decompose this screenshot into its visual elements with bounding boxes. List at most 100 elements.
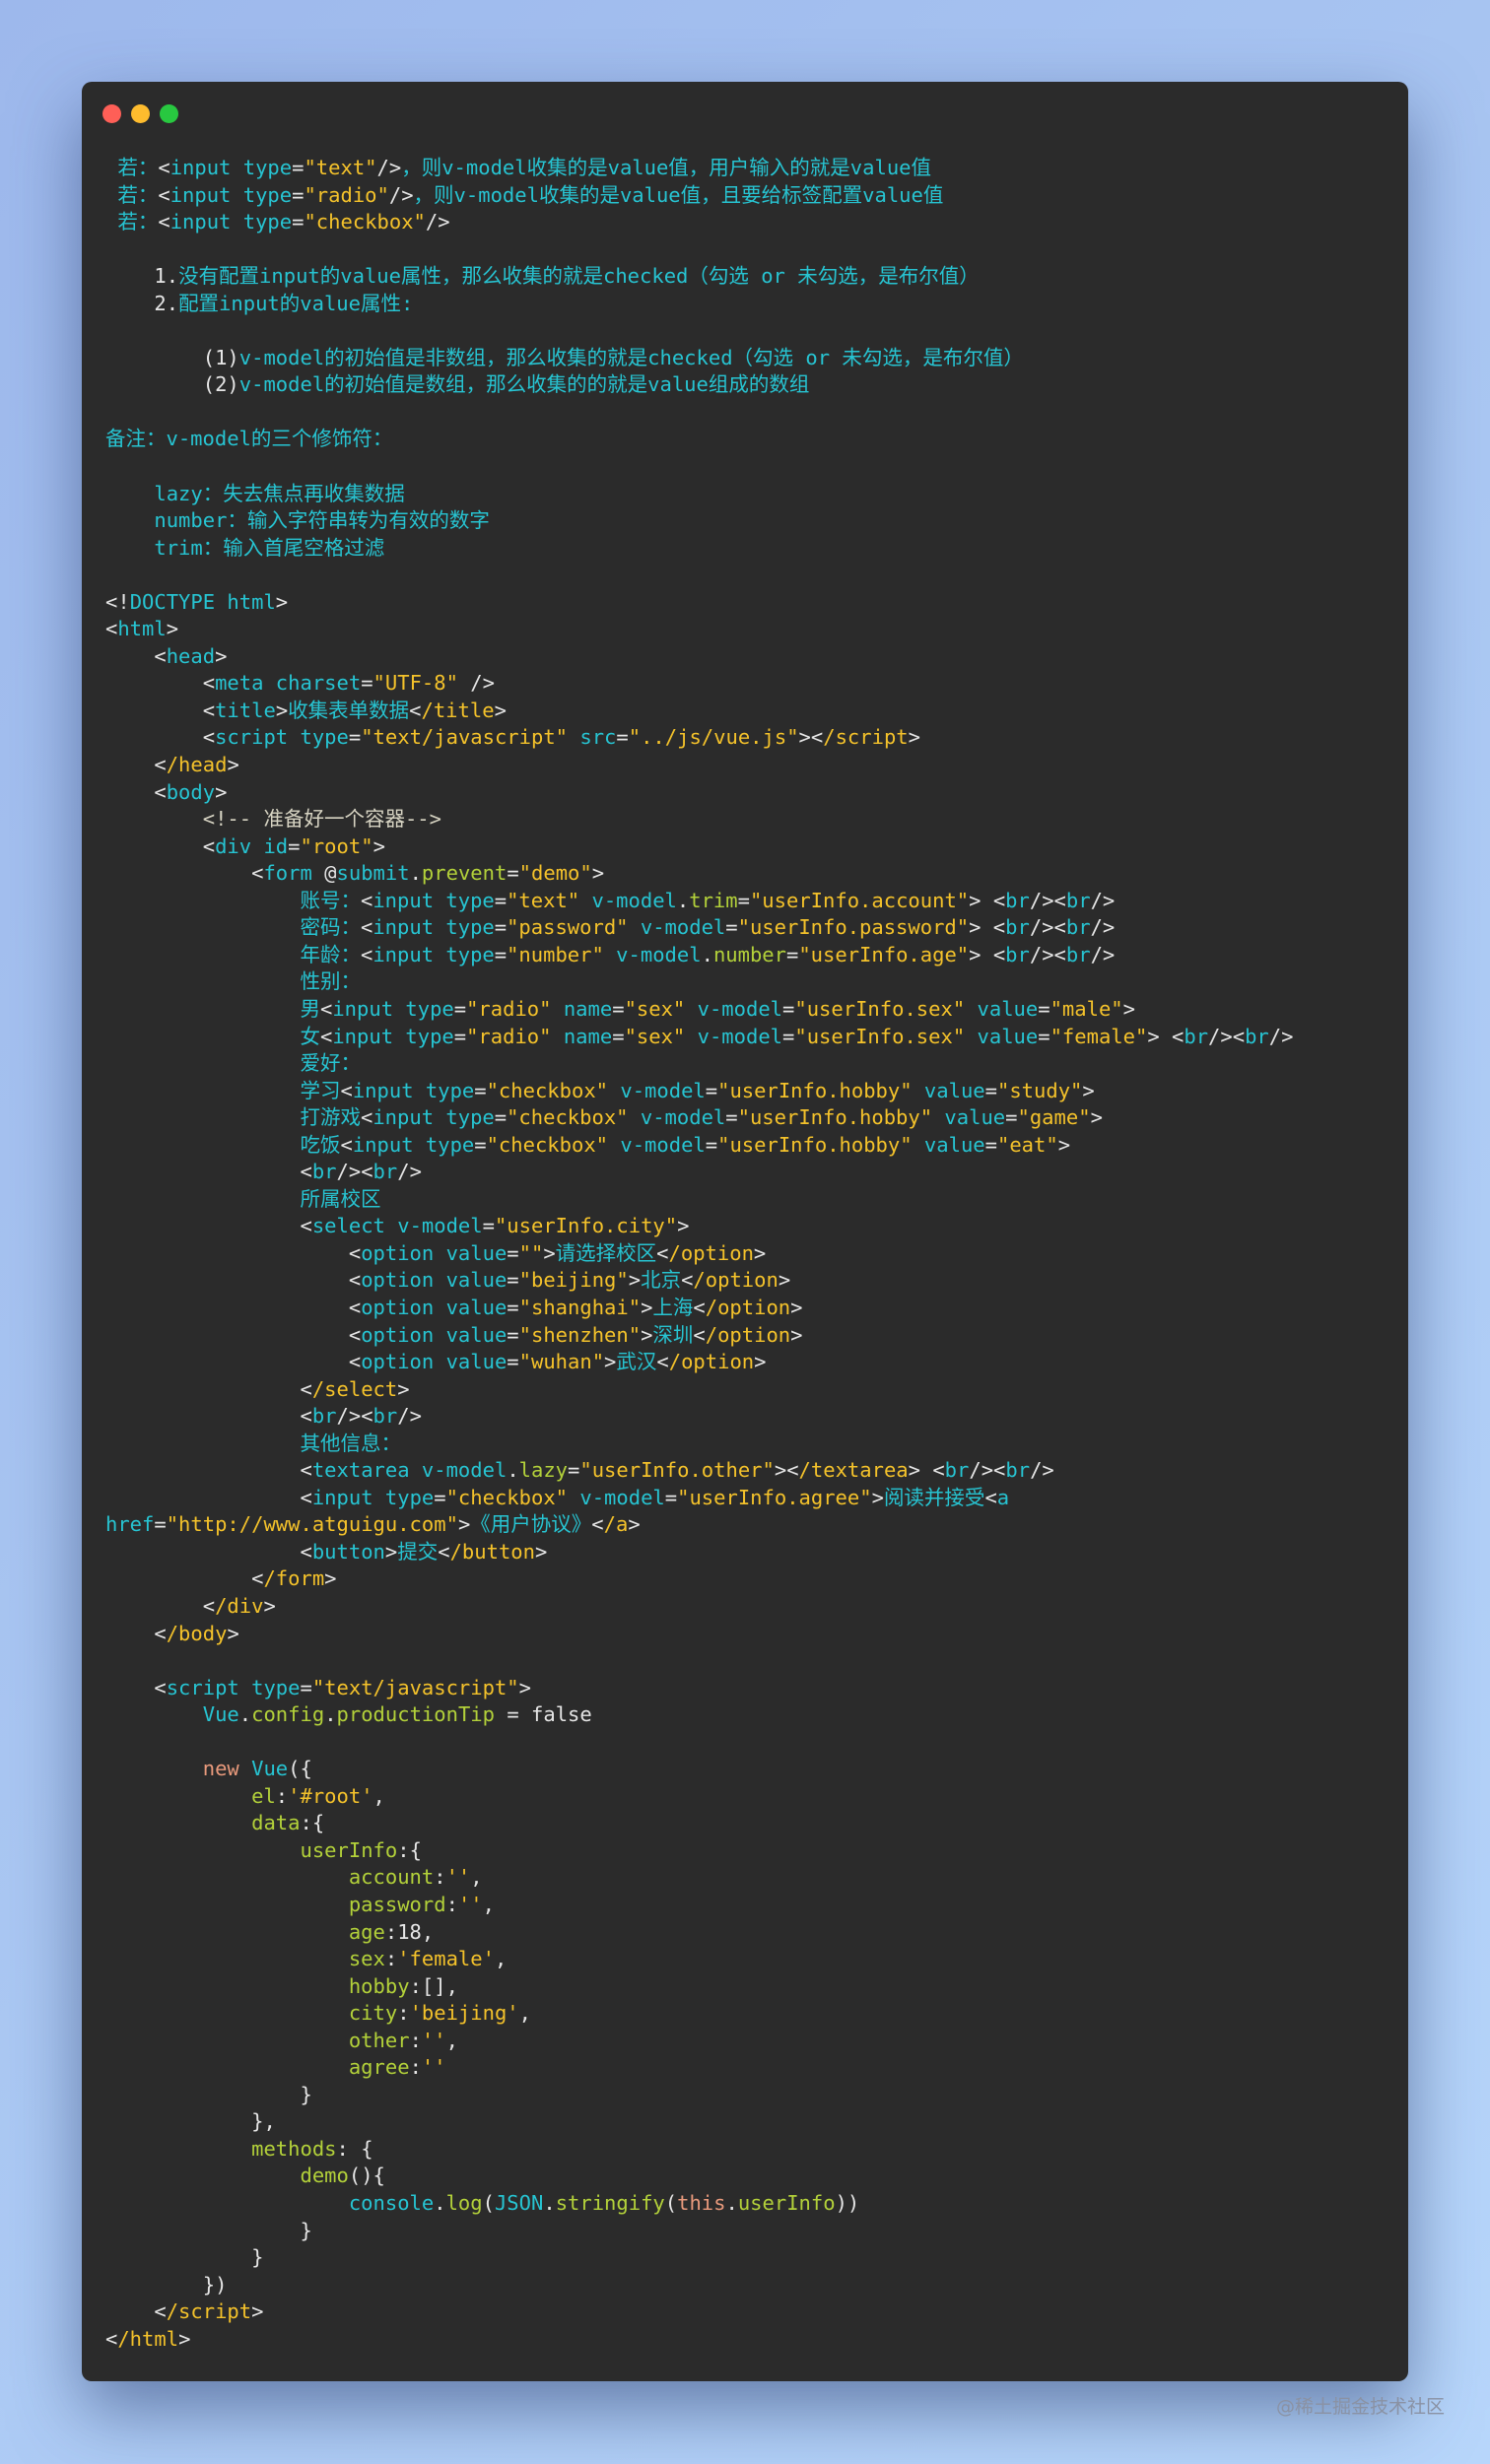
code-token: "eat": [997, 1132, 1058, 1157]
code-token: <: [158, 156, 170, 179]
code-token: v-model: [608, 1078, 706, 1102]
code-token: <: [105, 1322, 362, 1347]
code-token: =: [705, 1132, 718, 1157]
code-token: ({: [288, 1757, 312, 1781]
code-line: <script type="text/javascript" src="../j…: [105, 724, 1391, 752]
code-token: '#root': [288, 1783, 373, 1808]
code-token: <: [105, 725, 216, 750]
code-token: :: [434, 1865, 446, 1890]
code-token: =: [664, 1485, 678, 1509]
code-token: <: [105, 1458, 312, 1483]
code-token: = false: [494, 1702, 592, 1727]
code-token: ><: [798, 725, 824, 750]
code-token: <: [681, 1268, 694, 1293]
code-line: <option value="wuhan">武汉</option>: [105, 1349, 1391, 1376]
code-line: 若：<input type="text"/>，则v-model收集的是value…: [105, 155, 1391, 182]
code-token: 2.: [105, 291, 179, 315]
code-token: <: [105, 1539, 312, 1564]
code-token: .: [324, 1702, 337, 1727]
code-token: .: [701, 942, 713, 966]
code-token: ，则v-model收集的是value值，且要给标签配置value值: [413, 182, 944, 207]
code-token: =: [984, 1132, 997, 1157]
code-token: "checkbox": [507, 1105, 629, 1130]
code-token: form: [263, 861, 325, 886]
code-token: )): [835, 2191, 860, 2216]
code-token: account: [348, 1865, 435, 1890]
code-token: html: [117, 617, 167, 641]
code-token: > <: [969, 942, 1006, 966]
code-token: <: [360, 1105, 373, 1130]
code-token: demo: [300, 2164, 349, 2188]
code-token: "userInfo.agree": [677, 1485, 872, 1509]
code-token: <: [105, 617, 118, 641]
minimize-window-button[interactable]: [131, 104, 150, 123]
code-token: >: [534, 1539, 548, 1564]
code-token: "sex": [624, 1024, 686, 1048]
code-line: password:'',: [105, 1892, 1391, 1919]
code-line: </head>: [105, 752, 1391, 779]
code-token: /button: [449, 1539, 535, 1564]
code-token: (2): [105, 372, 239, 397]
code-token: <: [438, 1539, 450, 1564]
code-token: "userInfo.hobby": [717, 1132, 913, 1157]
code-line: <option value="">请选择校区</option>: [105, 1240, 1391, 1268]
code-token: <: [105, 1240, 362, 1265]
code-token: br: [1065, 942, 1091, 966]
code-token: lazy: [518, 1458, 569, 1483]
code-token: number：输入字符串转为有效的数字: [154, 508, 490, 533]
code-token: >: [372, 833, 385, 858]
code-line: 打游戏<input type="checkbox" v-model="userI…: [105, 1104, 1391, 1132]
code-line: 1.没有配置input的value属性，那么收集的就是checked（勾选 or…: [105, 263, 1391, 291]
code-token: >: [641, 1322, 653, 1347]
code-token: Vue: [202, 1702, 239, 1727]
code-token: v-model: [628, 915, 726, 940]
close-window-button[interactable]: [102, 104, 121, 123]
code-line: <head>: [105, 643, 1391, 671]
code-token: <: [409, 698, 422, 722]
code-token: :: [409, 2055, 422, 2080]
code-line: 账号：<input type="text" v-model.trim="user…: [105, 888, 1391, 915]
code-token: /><: [969, 1458, 1006, 1483]
code-token: "sex": [624, 996, 686, 1021]
code-token: input type: [332, 996, 454, 1021]
maximize-window-button[interactable]: [160, 104, 178, 123]
code-token: option value: [361, 1268, 508, 1293]
code-token: /><: [336, 1404, 373, 1429]
code-token: br: [1005, 888, 1030, 912]
code-token: v-model: [628, 1105, 726, 1130]
code-token: >: [215, 779, 228, 804]
code-token: /><: [1029, 942, 1066, 966]
code-token: option value: [361, 1295, 508, 1319]
code-line: }): [105, 2272, 1391, 2299]
code-token: (: [664, 2191, 678, 2216]
code-token: >: [677, 1214, 690, 1238]
code-token: <: [158, 210, 170, 234]
code-token: >: [543, 1240, 556, 1265]
code-token: >: [324, 1566, 337, 1591]
code-token: '': [445, 1865, 471, 1890]
code-token: 其他信息：: [300, 1431, 401, 1455]
code-line: <option value="shanghai">上海</option>: [105, 1295, 1391, 1322]
code-line: <option value="beijing">北京</option>: [105, 1267, 1391, 1295]
code-line: </div>: [105, 1593, 1391, 1621]
code-token: 配置input的value属性:: [178, 291, 414, 315]
code-token: <: [105, 753, 167, 777]
code-line: account:'',: [105, 1864, 1391, 1892]
code-token: submit: [336, 861, 410, 886]
code-token: 若：: [117, 182, 159, 207]
code-token: :: [384, 1947, 398, 1971]
code-token: >: [263, 1593, 276, 1618]
code-token: .: [676, 888, 690, 912]
code-token: v-model的初始值是非数组，那么收集的就是checked（勾选 or 未勾选…: [238, 345, 1024, 369]
code-token: input type: [372, 942, 495, 966]
code-token: "userInfo.other": [579, 1458, 775, 1483]
code-token: >: [1122, 996, 1135, 1021]
